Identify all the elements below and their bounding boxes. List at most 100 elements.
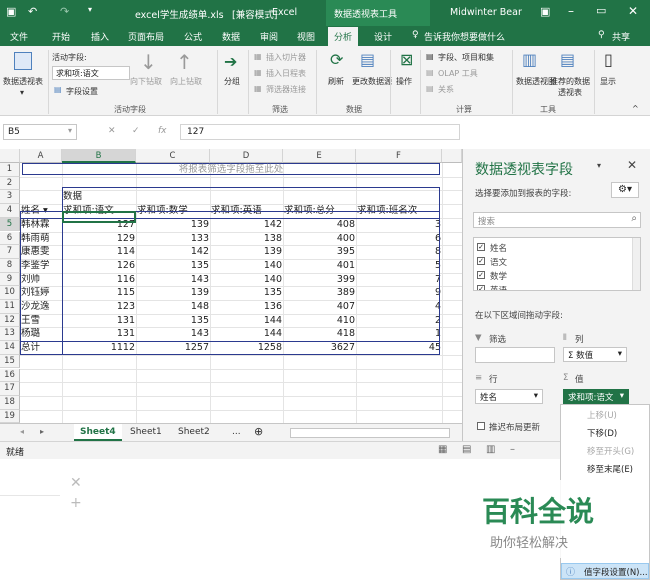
scroll-left-icon[interactable]: ◂ [20, 427, 24, 436]
actions-icon[interactable]: ⊠ [400, 50, 413, 69]
field-checkbox[interactable]: ✓ [477, 257, 485, 265]
row-header[interactable]: 15 [0, 354, 20, 369]
chevron-down-icon[interactable]: ▾ [620, 391, 624, 401]
field-checkbox[interactable]: ✓ [477, 285, 485, 290]
fields-items-icon[interactable]: ▤ [426, 52, 434, 61]
quick-access-dropdown-icon[interactable]: ▾ [88, 5, 92, 14]
defer-update-checkbox[interactable] [477, 422, 485, 430]
gear-icon[interactable]: ⚙▾ [611, 182, 639, 198]
row-header[interactable]: 17 [0, 382, 20, 396]
recommended-pivot-button[interactable]: 推荐的数据透视表 [550, 76, 590, 98]
field-yingyu[interactable]: 英语 [490, 284, 507, 290]
chevron-down-icon[interactable]: ▾ [68, 126, 72, 135]
menu-move-down[interactable]: 下移(D) [587, 427, 617, 439]
pivottable-button[interactable]: 数据透视表 [3, 76, 43, 87]
column-header-a[interactable]: A [20, 149, 62, 163]
insert-function-icon[interactable]: fx [158, 126, 167, 136]
restore-icon[interactable]: ▭ [596, 4, 606, 17]
redo-icon[interactable]: ↷ [60, 5, 69, 18]
field-shuxue[interactable]: 数学 [490, 270, 507, 282]
tell-me-box[interactable]: 告诉我你想要做什么 [424, 30, 505, 43]
refresh-icon[interactable]: ⟳ [330, 50, 343, 69]
page-layout-view-icon[interactable]: ▤ [462, 444, 471, 455]
tab-review[interactable]: 审阅 [260, 30, 278, 43]
ribbon-display-icon[interactable]: ▣ [540, 5, 550, 18]
show-button[interactable]: 显示 [600, 76, 616, 87]
field-settings-button[interactable]: 字段设置 [66, 86, 98, 97]
scroll-right-icon[interactable]: ▸ [40, 427, 44, 436]
rows-item-name[interactable]: 姓名 ▾ [475, 389, 543, 404]
horizontal-scrollbar[interactable] [290, 428, 450, 438]
field-checkbox[interactable]: ✓ [477, 243, 485, 251]
close-icon[interactable]: ✕ [70, 475, 82, 491]
row-header[interactable]: 1 [0, 163, 20, 177]
tab-formulas[interactable]: 公式 [184, 30, 202, 43]
field-checkbox[interactable]: ✓ [477, 271, 485, 279]
more-sheets[interactable]: ... [226, 424, 247, 441]
tab-view[interactable]: 视图 [297, 30, 315, 43]
row-header[interactable]: 2 [0, 176, 20, 191]
pivot-filter-drop-zone[interactable]: 将报表筛选字段拖至此处 [22, 163, 440, 175]
row-header[interactable]: 7 [0, 245, 20, 259]
chevron-down-icon[interactable]: ▾ [20, 88, 24, 97]
row-header[interactable]: 14 [0, 341, 20, 355]
field-yuwen[interactable]: 语文 [490, 256, 507, 268]
row-header[interactable]: 5 [0, 217, 20, 232]
zoom-out-icon[interactable]: – [510, 444, 515, 455]
tab-insert[interactable]: 插入 [91, 30, 109, 43]
column-header-b[interactable]: B [62, 149, 136, 163]
page-break-view-icon[interactable]: ▥ [486, 444, 495, 455]
values-item-yuwen-sum[interactable]: 求和项:语文 ▾ [563, 389, 629, 404]
formula-input[interactable]: 127 [180, 124, 460, 140]
row-header[interactable]: 18 [0, 395, 20, 410]
cancel-icon[interactable]: ✕ [108, 126, 116, 136]
plus-icon[interactable]: + [70, 495, 82, 511]
undo-icon[interactable]: ↶ [28, 5, 37, 18]
close-pane-icon[interactable]: ✕ [627, 158, 637, 172]
minimize-icon[interactable]: – [568, 4, 574, 18]
row-header[interactable]: 10 [0, 286, 20, 300]
row-header[interactable]: 12 [0, 313, 20, 328]
column-header-g[interactable] [442, 149, 462, 163]
collapse-ribbon-icon[interactable]: ^ [632, 104, 639, 113]
tab-design[interactable]: 设计 [374, 30, 392, 43]
row-header[interactable]: 16 [0, 368, 20, 383]
row-header[interactable]: 4 [0, 204, 20, 218]
add-sheet-icon[interactable]: ⊕ [248, 424, 269, 441]
menu-value-field-settings[interactable]: ⓘ 值字段设置(N)... [561, 563, 649, 579]
change-source-icon[interactable]: ▤ [360, 50, 375, 69]
row-header[interactable]: 13 [0, 327, 20, 342]
pivottable-icon[interactable] [14, 52, 32, 70]
field-name[interactable]: 姓名 [490, 242, 507, 254]
share-button[interactable]: 共享 [612, 30, 630, 43]
columns-item-values[interactable]: Σ 数值 ▾ [563, 347, 627, 362]
field-list[interactable]: ✓ 姓名 ✓ 语文 ✓ 数学 ✓ 英语 [473, 237, 641, 291]
sheet-tab-sheet2[interactable]: Sheet2 [172, 424, 216, 441]
sheet-tab-sheet1[interactable]: Sheet1 [124, 424, 168, 441]
tab-page-layout[interactable]: 页面布局 [128, 30, 164, 43]
row-header[interactable]: 3 [0, 190, 20, 205]
show-icon[interactable]: ▯ [604, 50, 613, 69]
sheet-tab-sheet4[interactable]: Sheet4 [74, 424, 122, 441]
close-icon[interactable]: ✕ [628, 4, 638, 18]
recommended-pivot-icon[interactable]: ▤ [560, 50, 575, 69]
fields-items-sets-button[interactable]: 字段、项目和集 [438, 52, 494, 63]
normal-view-icon[interactable]: ▦ [438, 444, 447, 455]
enter-icon[interactable]: ✓ [132, 126, 140, 136]
column-header-f[interactable]: F [356, 149, 442, 163]
refresh-button[interactable]: 刷新 [328, 76, 344, 87]
field-search-input[interactable]: 搜索 ⌕ [473, 212, 641, 228]
group-icon[interactable]: ➔ [224, 52, 237, 71]
tab-analyze[interactable]: 分析 [328, 27, 359, 46]
row-header[interactable]: 19 [0, 409, 20, 423]
tab-file[interactable]: 文件 [10, 30, 28, 43]
tab-data[interactable]: 数据 [222, 30, 240, 43]
row-header[interactable]: 6 [0, 231, 20, 246]
row-header[interactable]: 8 [0, 258, 20, 273]
row-header[interactable]: 11 [0, 300, 20, 314]
worksheet-grid[interactable]: A B C D E F 1 2 3 4 5 6 7 8 9 10 11 12 13 14 15 16 17 18 1… [0, 149, 462, 423]
change-source-button[interactable]: 更改数据源 [352, 76, 392, 87]
field-list-scrollbar[interactable] [632, 238, 640, 290]
actions-button[interactable]: 操作 [396, 76, 412, 87]
name-box[interactable]: B5 [3, 124, 77, 140]
